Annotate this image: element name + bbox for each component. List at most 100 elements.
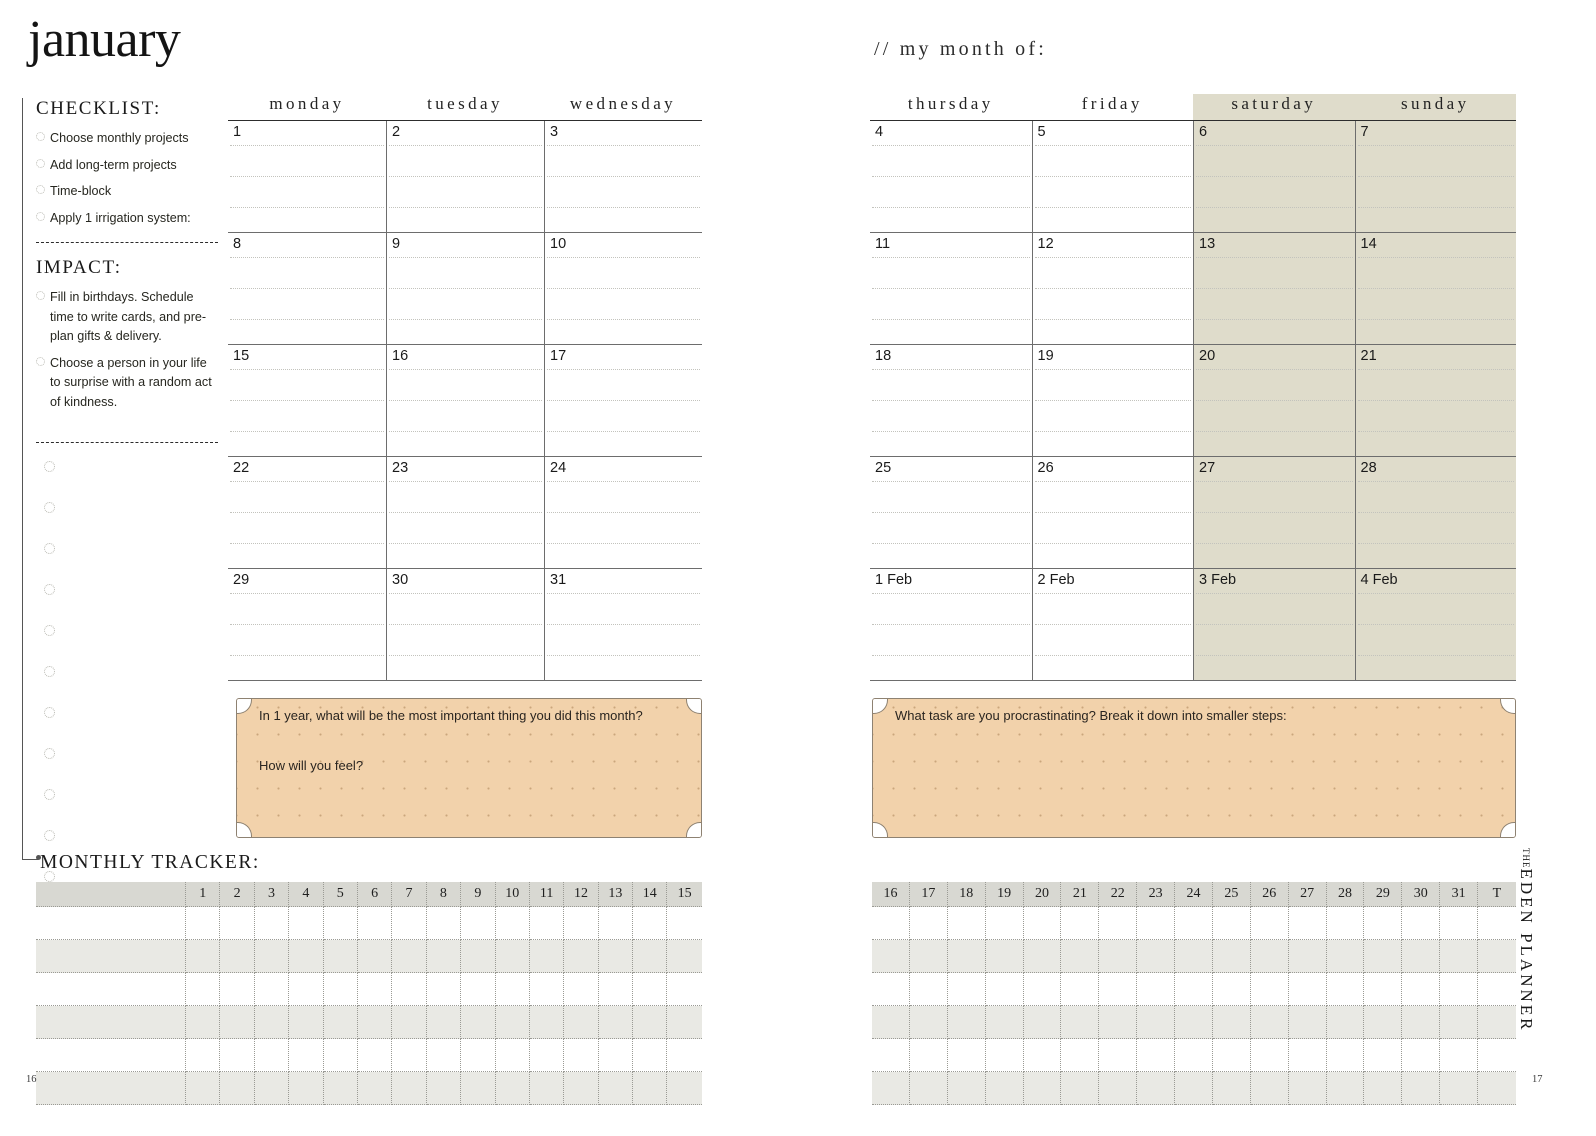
tracker-cell[interactable]	[1061, 1006, 1100, 1039]
tracker-cell[interactable]	[1364, 1039, 1403, 1072]
tracker-row[interactable]	[872, 973, 1516, 1006]
checkbox-circle-icon[interactable]	[36, 211, 45, 221]
tracker-cell[interactable]	[1402, 973, 1441, 1006]
tracker-cell[interactable]	[1023, 1006, 1062, 1039]
tracker-cell[interactable]	[1023, 940, 1062, 973]
tracker-cell[interactable]	[564, 1039, 599, 1072]
tracker-cell[interactable]	[985, 1006, 1024, 1039]
day-cell[interactable]: 12	[1031, 233, 1194, 344]
tracker-cell[interactable]	[1175, 1006, 1213, 1039]
tracker-cell[interactable]	[1288, 907, 1327, 940]
tracker-cell[interactable]	[909, 1006, 948, 1039]
checklist-item[interactable]: Add long-term projects	[36, 156, 218, 176]
tracker-cell[interactable]	[289, 1072, 324, 1105]
tracker-cell[interactable]	[529, 907, 565, 940]
tracker-cell[interactable]	[909, 1039, 948, 1072]
tracker-cell[interactable]	[220, 973, 255, 1006]
tracker-cell[interactable]	[357, 973, 393, 1006]
checkbox-circle-icon[interactable]	[44, 748, 55, 760]
tracker-cell[interactable]	[1175, 1039, 1213, 1072]
tracker-cell[interactable]	[1099, 940, 1138, 973]
tracker-cell[interactable]	[1099, 1072, 1138, 1105]
tracker-cell[interactable]	[392, 1039, 427, 1072]
day-cell[interactable]: 6	[1193, 121, 1355, 232]
tracker-cell[interactable]	[1250, 940, 1289, 973]
checkbox-circle-icon[interactable]	[36, 356, 45, 366]
tracker-cell[interactable]	[1440, 907, 1478, 940]
tracker-cell[interactable]	[1023, 1039, 1062, 1072]
tracker-cell[interactable]	[1250, 973, 1289, 1006]
tracker-cell[interactable]	[426, 1006, 462, 1039]
tracker-cell[interactable]	[1212, 1006, 1251, 1039]
tracker-cell[interactable]	[323, 940, 358, 973]
tracker-cell[interactable]	[1326, 940, 1365, 973]
tracker-cell[interactable]	[947, 973, 986, 1006]
tracker-cell[interactable]	[186, 973, 221, 1006]
day-cell[interactable]: 18	[870, 345, 1032, 456]
tracker-cell[interactable]	[1061, 907, 1100, 940]
tracker-cell[interactable]	[947, 907, 986, 940]
tracker-cell[interactable]	[289, 940, 324, 973]
tracker-cell[interactable]	[564, 1072, 599, 1105]
day-cell[interactable]: 14	[1354, 233, 1516, 344]
tracker-cell[interactable]	[985, 1072, 1024, 1105]
tracker-cell[interactable]	[1326, 1072, 1365, 1105]
tracker-cell[interactable]	[598, 973, 634, 1006]
tracker-cell[interactable]	[1061, 940, 1100, 973]
tracker-cell[interactable]	[461, 1006, 496, 1039]
tracker-cell[interactable]	[1402, 1006, 1441, 1039]
tracker-cell[interactable]	[985, 1039, 1024, 1072]
tracker-habit-name-cell[interactable]	[36, 973, 186, 1006]
tracker-cell[interactable]	[220, 907, 255, 940]
tracker-cell[interactable]	[667, 1072, 702, 1105]
day-cell[interactable]: 26	[1031, 457, 1194, 568]
tracker-cell[interactable]	[909, 973, 948, 1006]
tracker-cell[interactable]	[947, 1006, 986, 1039]
tracker-cell[interactable]	[1175, 1072, 1213, 1105]
tracker-habit-name-cell[interactable]	[36, 940, 186, 973]
tracker-cell[interactable]	[1175, 907, 1213, 940]
tracker-cell[interactable]	[426, 907, 462, 940]
tracker-cell[interactable]	[186, 1006, 221, 1039]
tracker-cell[interactable]	[985, 973, 1024, 1006]
tracker-cell[interactable]	[529, 1006, 565, 1039]
day-cell[interactable]: 8	[228, 233, 386, 344]
tracker-cell[interactable]	[392, 1072, 427, 1105]
tracker-row[interactable]	[872, 940, 1516, 973]
tracker-cell[interactable]	[461, 907, 496, 940]
tracker-row[interactable]	[36, 940, 702, 973]
checkbox-circle-icon[interactable]	[44, 584, 55, 596]
tracker-cell[interactable]	[495, 1039, 530, 1072]
tracker-cell[interactable]	[872, 1039, 910, 1072]
tracker-cell[interactable]	[1402, 940, 1441, 973]
checkbox-circle-icon[interactable]	[44, 830, 55, 842]
tracker-cell[interactable]	[186, 1039, 221, 1072]
tracker-cell[interactable]	[1288, 1006, 1327, 1039]
tracker-habit-name-cell[interactable]	[36, 1072, 186, 1105]
tracker-cell[interactable]	[667, 907, 702, 940]
checkbox-circle-icon[interactable]	[44, 543, 55, 555]
tracker-cell[interactable]	[1099, 1039, 1138, 1072]
tracker-cell[interactable]	[254, 1072, 290, 1105]
tracker-cell[interactable]	[1023, 973, 1062, 1006]
tracker-row[interactable]	[36, 1072, 702, 1105]
tracker-cell[interactable]	[1175, 940, 1213, 973]
tracker-cell[interactable]	[598, 940, 634, 973]
tracker-cell[interactable]	[289, 973, 324, 1006]
day-cell[interactable]: 24	[544, 457, 702, 568]
tracker-cell[interactable]	[598, 1039, 634, 1072]
tracker-cell[interactable]	[323, 907, 358, 940]
tracker-cell[interactable]	[529, 1039, 565, 1072]
tracker-cell[interactable]	[1364, 973, 1403, 1006]
tracker-cell[interactable]	[1326, 1039, 1365, 1072]
tracker-cell[interactable]	[289, 1039, 324, 1072]
tracker-cell[interactable]	[1364, 1072, 1403, 1105]
tracker-cell[interactable]	[529, 940, 565, 973]
tracker-cell[interactable]	[323, 1006, 358, 1039]
tracker-cell[interactable]	[667, 973, 702, 1006]
monthly-tracker-right[interactable]: 16 17 18 19 20 21 22 23 24 25 26 27 28 29 30 31 T	[872, 882, 1516, 1105]
tracker-cell[interactable]	[1137, 940, 1175, 973]
day-cell[interactable]: 1 Feb	[870, 569, 1032, 680]
tracker-cell[interactable]	[426, 1039, 462, 1072]
tracker-cell[interactable]	[1061, 973, 1100, 1006]
